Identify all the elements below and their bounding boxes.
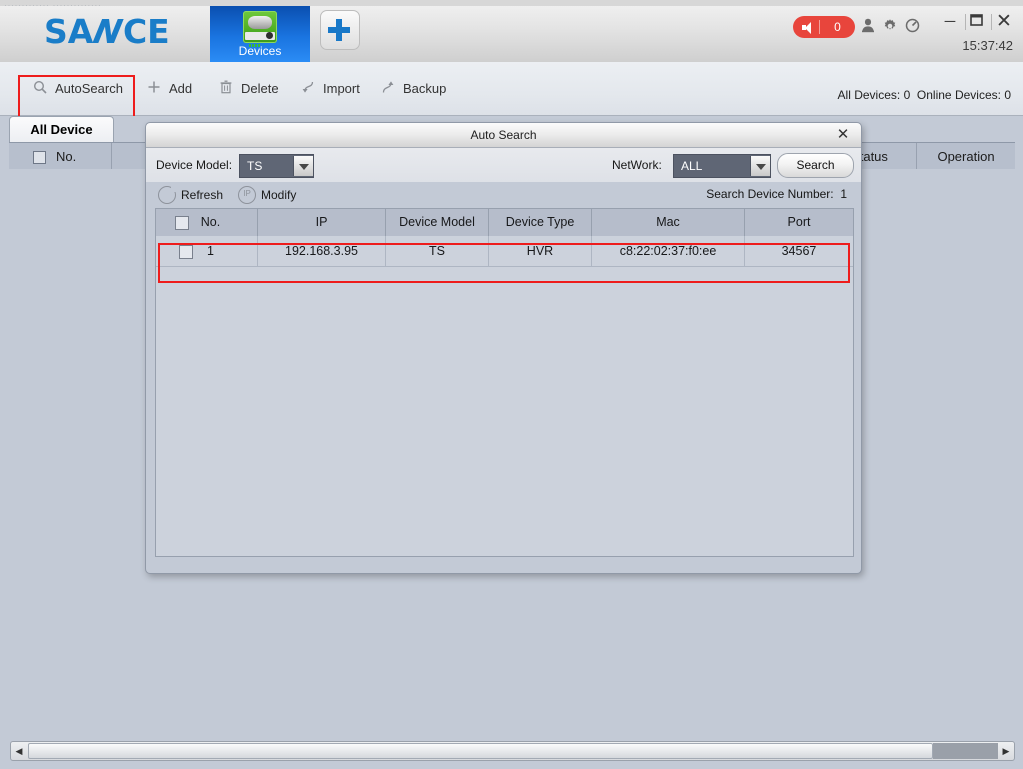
- tab-add-new[interactable]: [320, 10, 360, 50]
- results-column-device-model: Device Model: [386, 209, 489, 236]
- scroll-left-arrow-icon[interactable]: ◀: [11, 743, 27, 759]
- auto-search-dialog: Auto Search ✕ Device Model: TS NetWork: …: [145, 122, 862, 574]
- refresh-button[interactable]: Refresh: [158, 185, 223, 205]
- tab-devices[interactable]: Devices: [210, 6, 310, 62]
- main-scroll-track[interactable]: [933, 743, 998, 759]
- row-port-cell: 34567: [745, 236, 853, 266]
- online-devices-label: Online Devices:: [917, 88, 1001, 102]
- device-model-select[interactable]: TS: [239, 154, 314, 178]
- tab-devices-label: Devices: [210, 44, 310, 58]
- chevron-down-icon: [293, 156, 313, 176]
- search-device-number-value: 1: [840, 187, 847, 201]
- row-no-value: 1: [207, 244, 214, 258]
- close-icon[interactable]: ✕: [833, 125, 853, 145]
- alarm-indicator[interactable]: 0: [793, 16, 855, 38]
- row-device-type-cell: HVR: [489, 236, 592, 266]
- user-icon[interactable]: [859, 18, 877, 36]
- all-devices-label: All Devices:: [838, 88, 901, 102]
- gauge-icon[interactable]: [903, 18, 921, 36]
- toolbar-backup-button[interactable]: Backup: [378, 76, 446, 100]
- device-list-column-no-label: No.: [56, 149, 76, 164]
- magnifier-icon: [30, 80, 50, 97]
- search-device-number-label: Search Device Number:: [706, 187, 833, 201]
- search-device-number: Search Device Number: 1: [706, 187, 847, 201]
- results-column-mac: Mac: [592, 209, 745, 236]
- toolbar-import-label: Import: [323, 81, 360, 96]
- results-column-device-type: Device Type: [489, 209, 592, 236]
- search-button[interactable]: Search: [777, 153, 854, 178]
- toolbar-backup-label: Backup: [403, 81, 446, 96]
- header-top-edge: [0, 0, 1023, 6]
- device-count-summary: All Devices: 0 Online Devices: 0: [838, 88, 1011, 102]
- window-maximize-button[interactable]: [965, 12, 987, 32]
- network-select[interactable]: ALL: [673, 154, 771, 178]
- window-minimize-button[interactable]: ─: [939, 12, 961, 32]
- row-mac-cell: c8:22:02:37:f0:ee: [592, 236, 745, 266]
- device-model-label: Device Model:: [156, 155, 232, 175]
- online-devices-count: 0: [1004, 88, 1011, 102]
- select-all-results-checkbox[interactable]: [175, 216, 189, 230]
- toolbar-import-button[interactable]: Import: [298, 76, 360, 100]
- toolbar-autosearch-label: AutoSearch: [55, 81, 123, 96]
- network-label: NetWork:: [612, 155, 662, 175]
- toolbar-delete-label: Delete: [241, 81, 279, 96]
- all-devices-count: 0: [904, 88, 911, 102]
- dvr-leds: [248, 34, 262, 37]
- results-column-no-label: No.: [201, 215, 220, 229]
- dvr-knob: [266, 32, 273, 39]
- search-results-table: No. IP Device Model Device Type Mac Port…: [155, 208, 854, 557]
- tab-all-device[interactable]: All Device: [9, 116, 114, 143]
- device-list-column-operation: Operation: [917, 143, 1015, 170]
- plus-icon: [144, 80, 164, 97]
- chevron-down-icon: [750, 156, 770, 176]
- toolbar-autosearch-button[interactable]: AutoSearch: [30, 76, 123, 100]
- device-model-value: TS: [240, 159, 293, 173]
- toolbar-delete-button[interactable]: Delete: [216, 76, 279, 100]
- export-arrow-icon: [378, 80, 398, 97]
- dialog-search-row: Device Model: TS NetWork: ALL Search: [146, 148, 861, 182]
- window-control-divider-2: [991, 14, 992, 30]
- dvr-device-icon: [243, 11, 277, 43]
- ip-circle-icon: IP: [238, 186, 256, 204]
- search-results-header-row: No. IP Device Model Device Type Mac Port: [156, 209, 853, 237]
- alarm-count: 0: [820, 20, 855, 34]
- row-no-cell: 1: [156, 236, 258, 266]
- clock: 15:37:42: [962, 38, 1013, 53]
- modify-button[interactable]: IP Modify: [238, 185, 296, 205]
- row-device-model-cell: TS: [386, 236, 489, 266]
- results-column-no: No.: [156, 209, 258, 236]
- refresh-circle-icon: [158, 186, 176, 204]
- window-close-button[interactable]: ✕: [993, 12, 1015, 32]
- search-results-rows: 1 192.168.3.95 TS HVR c8:22:02:37:f0:ee …: [156, 236, 853, 555]
- brand-logo-post: CE: [123, 12, 170, 51]
- main-horizontal-scrollbar[interactable]: ◀ ▶: [10, 741, 1015, 761]
- scroll-right-arrow-icon[interactable]: ▶: [998, 743, 1014, 759]
- toolbar-add-label: Add: [169, 81, 192, 96]
- speaker-icon: [802, 22, 814, 33]
- results-column-ip: IP: [258, 209, 386, 236]
- modify-label: Modify: [261, 188, 296, 202]
- main-scroll-thumb[interactable]: [28, 743, 933, 759]
- header-ghost-text: ············· ··············: [4, 0, 101, 10]
- import-arrow-icon: [298, 80, 318, 97]
- select-all-checkbox[interactable]: [33, 151, 46, 164]
- network-value: ALL: [674, 159, 750, 173]
- toolbar-add-button[interactable]: Add: [144, 76, 192, 100]
- results-column-port: Port: [745, 209, 853, 236]
- trash-icon: [216, 80, 236, 97]
- gear-icon[interactable]: [881, 18, 899, 36]
- refresh-label: Refresh: [181, 188, 223, 202]
- plus-icon-vertical: [336, 19, 342, 41]
- dvr-body: [248, 16, 272, 29]
- brand-logo: SANCE: [44, 12, 170, 51]
- device-list-column-no: No.: [9, 143, 112, 170]
- dialog-title: Auto Search: [146, 123, 861, 147]
- dialog-action-row: Refresh IP Modify Search Device Number: …: [146, 182, 861, 208]
- application-header: ············· ·············· SANCE Devic…: [0, 0, 1023, 63]
- table-row[interactable]: 1 192.168.3.95 TS HVR c8:22:02:37:f0:ee …: [156, 236, 853, 267]
- dialog-title-bar[interactable]: Auto Search ✕: [146, 123, 861, 148]
- row-checkbox[interactable]: [179, 245, 193, 259]
- row-ip-cell: 192.168.3.95: [258, 236, 386, 266]
- brand-logo-pre: SA: [44, 12, 93, 51]
